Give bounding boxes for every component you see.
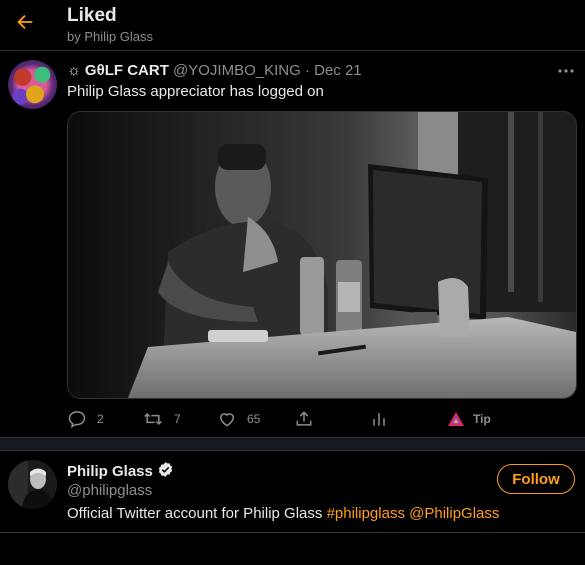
tweet-separator: ·: [304, 62, 310, 79]
bottom-divider: [0, 532, 585, 533]
tweet-author-symbol: ☼: [67, 62, 81, 79]
tweet-author-handle[interactable]: @YOJIMBO_KING: [173, 62, 301, 79]
tip-label: Tip: [473, 412, 491, 426]
reply-count: 2: [97, 412, 104, 426]
like-count: 65: [247, 412, 261, 426]
tweet-author-avatar[interactable]: [8, 60, 57, 109]
page-subtitle: by Philip Glass: [67, 29, 153, 44]
share-button[interactable]: [294, 407, 314, 431]
analytics-icon: [373, 413, 385, 426]
bio-mention-link[interactable]: @PhilipGlass: [409, 505, 499, 522]
share-icon: [296, 411, 312, 426]
tweet-actions: 2 7 65 Tip: [67, 407, 575, 431]
page-title: Liked: [67, 5, 117, 26]
tweet-author-name[interactable]: GθLF CART: [85, 62, 169, 79]
page-header: Liked by Philip Glass: [0, 0, 585, 51]
tip-button[interactable]: Tip: [447, 407, 491, 431]
arrow-left-icon: [17, 14, 33, 30]
tweet-header: ☼ GθLF CART @YOJIMBO_KING · Dec 21: [67, 62, 545, 79]
back-button[interactable]: [12, 9, 38, 35]
tweet-photo[interactable]: [67, 111, 577, 399]
retweet-button[interactable]: 7: [142, 407, 181, 431]
bio-text: Official Twitter account for Philip Glas…: [67, 505, 327, 522]
analytics-button[interactable]: [369, 407, 389, 431]
user-bio: Official Twitter account for Philip Glas…: [67, 505, 499, 522]
photo-image: [68, 112, 576, 398]
like-button[interactable]: 65: [217, 407, 260, 431]
verified-badge-icon: [157, 461, 174, 482]
user-handle: @philipglass: [67, 482, 153, 499]
retweet-count: 7: [174, 412, 181, 426]
tweet[interactable]: ☼ GθLF CART @YOJIMBO_KING · Dec 21 Phili…: [0, 51, 585, 437]
follow-button[interactable]: Follow: [497, 464, 575, 494]
user-name[interactable]: Philip Glass: [67, 463, 153, 480]
tweet-text: Philip Glass appreciator has logged on: [67, 83, 324, 100]
user-name-row: Philip Glass: [67, 461, 174, 482]
reply-button[interactable]: 2: [67, 407, 104, 431]
user-cell[interactable]: Philip Glass @philipglass Official Twitt…: [0, 451, 585, 565]
more-icon: [558, 69, 574, 73]
avatar-image: [8, 460, 57, 509]
user-avatar[interactable]: [8, 460, 57, 509]
tip-icon: [448, 412, 464, 426]
more-options-button[interactable]: [556, 64, 576, 78]
tweet-date[interactable]: Dec 21: [314, 62, 362, 79]
retweet-icon: [144, 412, 162, 426]
reply-icon: [68, 411, 86, 428]
heart-icon: [219, 413, 235, 427]
bio-hashtag-link[interactable]: #philipglass: [327, 505, 405, 522]
section-divider: [0, 437, 585, 451]
